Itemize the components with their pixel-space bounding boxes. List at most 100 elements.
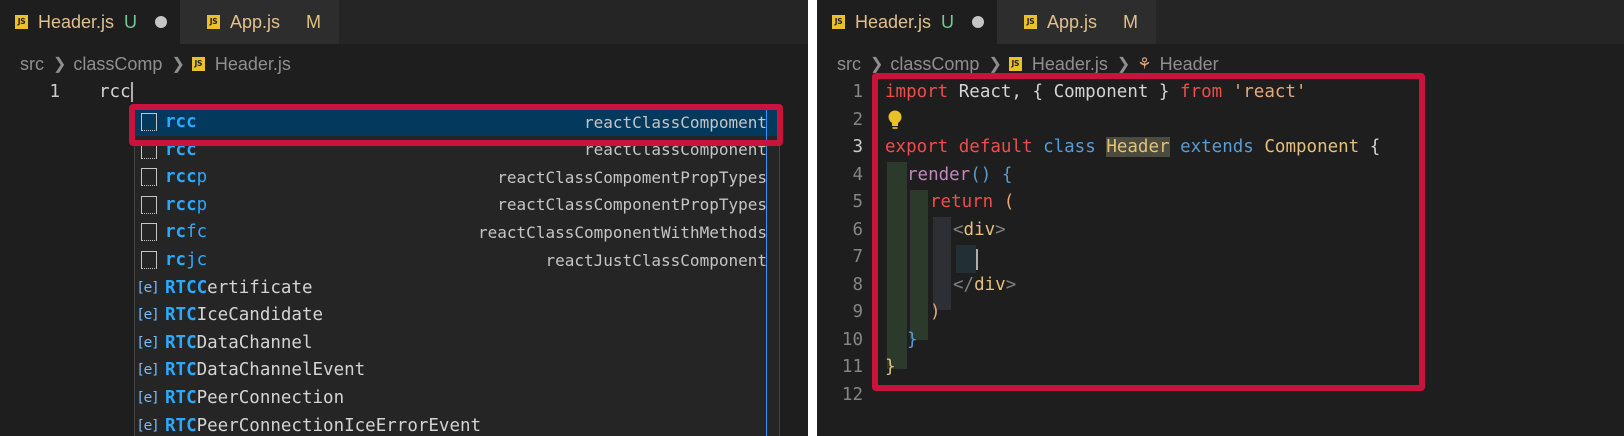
- line-number: 1: [852, 82, 863, 102]
- tab-title: Header.js: [855, 11, 932, 32]
- suggestion-detail: reactJustClassComponent: [545, 250, 767, 270]
- unsaved-dot-icon[interactable]: [972, 16, 985, 28]
- chevron-right-icon: ❯: [988, 56, 1002, 73]
- suggestion-label: RTCPeerConnection: [165, 388, 344, 408]
- chevron-right-icon: ❯: [1116, 56, 1131, 73]
- js-file-icon: JS: [207, 15, 220, 29]
- text-cursor: [130, 82, 133, 102]
- line-number: 2: [852, 109, 863, 130]
- suggestion-label: rcfc: [165, 222, 207, 242]
- variable-icon: [e]: [138, 279, 158, 296]
- chevron-right-icon: ❯: [171, 56, 185, 73]
- variable-icon: [e]: [138, 362, 158, 379]
- variable-icon: [e]: [138, 307, 158, 324]
- suggestion-detail: reactClassComponentWithMethods: [478, 222, 767, 242]
- suggestion-item[interactable]: rcfc reactClassComponentWithMethods: [135, 218, 779, 246]
- tab-app-js[interactable]: JS App.js M: [997, 0, 1157, 44]
- breadcrumb-item-src[interactable]: src: [837, 54, 861, 75]
- tab-header-js[interactable]: JS Header.js U: [817, 0, 997, 44]
- code-line[interactable]: rcc: [99, 82, 133, 102]
- suggestion-rest: p: [196, 194, 208, 215]
- git-modified-badge: M: [306, 11, 322, 32]
- suggestion-match: RTC: [165, 332, 197, 353]
- tab-title: App.js: [1047, 11, 1098, 32]
- line-number: 8: [852, 274, 863, 295]
- line-number: 5: [852, 192, 863, 212]
- js-file-icon: JS: [1024, 15, 1037, 29]
- breadcrumb-item-file[interactable]: Header.js: [1032, 54, 1108, 75]
- breadcrumb-item-symbol[interactable]: Header: [1160, 54, 1219, 75]
- suggestion-match: rcc: [165, 167, 197, 188]
- suggestion-match: RTC: [165, 415, 197, 436]
- suggestion-label: RTCIceCandidate: [165, 305, 323, 325]
- suggestion-item[interactable]: [e] RTCIceCandidate: [135, 301, 779, 329]
- suggestion-item[interactable]: rcjc reactJustClassComponent: [135, 246, 779, 274]
- suggestion-item[interactable]: rccp reactClassCompomentPropTypes: [135, 163, 779, 191]
- suggestion-match: RTC: [165, 360, 197, 381]
- suggestion-match: rc: [165, 222, 187, 243]
- suggestion-label: RTCPeerConnectionIceErrorEvent: [165, 416, 481, 436]
- breadcrumb-item-folder[interactable]: classComp: [73, 54, 162, 75]
- suggestion-match: RTC: [165, 388, 197, 408]
- right-editor-pane: JS Header.js U JS App.js M src ❯ classCo…: [817, 0, 1624, 436]
- scrollbar[interactable]: [766, 108, 777, 436]
- variable-icon: [e]: [138, 417, 158, 434]
- suggestion-item[interactable]: rccp reactClassComponentPropTypes: [135, 191, 779, 219]
- suggestion-label: RTCCertificate: [165, 278, 313, 298]
- suggestion-detail: reactClassComponentPropTypes: [497, 195, 767, 215]
- suggestion-item[interactable]: [e] RTCDataChannel: [135, 329, 779, 357]
- snippet-icon: [141, 195, 157, 214]
- git-untracked-badge: U: [941, 11, 955, 32]
- suggestion-item[interactable]: [e] RTCCertificate: [135, 274, 779, 302]
- left-editor-pane: JS Header.js U JS App.js M src ❯ classCo…: [0, 0, 808, 436]
- highlight-box-selected-suggestion: [129, 104, 783, 146]
- tab-app-js[interactable]: JS App.js M: [180, 0, 340, 44]
- suggestion-label: RTCDataChannel: [165, 333, 313, 353]
- line-number: 6: [852, 219, 863, 240]
- suggestion-item[interactable]: [e] RTCPeerConnectionIceErrorEvent: [135, 412, 779, 436]
- suggestion-rest: PeerConnectionIceErrorEvent: [196, 415, 482, 436]
- class-symbol-icon: ⚘: [1137, 56, 1152, 73]
- line-number: 1: [49, 82, 60, 102]
- variable-icon: [e]: [138, 334, 158, 351]
- git-untracked-badge: U: [124, 11, 138, 32]
- suggestion-label: RTCDataChannelEvent: [165, 360, 365, 380]
- line-number: 12: [841, 384, 863, 405]
- suggestion-rest: p: [196, 167, 208, 188]
- js-file-icon: JS: [15, 15, 28, 29]
- line-number: 7: [852, 247, 863, 267]
- line-number: 9: [852, 302, 863, 322]
- tab-header-js[interactable]: JS Header.js U: [0, 0, 180, 44]
- suggestion-match: rcc: [165, 194, 197, 215]
- suggestion-match: RTC: [165, 305, 197, 326]
- tab-bar: JS Header.js U JS App.js M: [817, 0, 1624, 44]
- suggest-widget[interactable]: rcc reactClassCompoment rcc reactClassCompo…: [134, 107, 780, 436]
- suggestion-match: RTCC: [165, 277, 208, 298]
- js-file-icon: JS: [832, 15, 845, 29]
- breadcrumb-item-file[interactable]: Header.js: [215, 54, 291, 75]
- suggestion-item[interactable]: [e] RTCPeerConnection: [135, 384, 779, 412]
- chevron-right-icon: ❯: [870, 56, 884, 73]
- breadcrumb: src ❯ classComp ❯ JS Header.js: [0, 44, 808, 84]
- highlight-box-code: [872, 73, 1425, 391]
- suggestion-match: rc: [165, 250, 187, 270]
- suggestion-rest: PeerConnection: [196, 388, 345, 408]
- suggestion-rest: fc: [186, 222, 208, 243]
- variable-icon: [e]: [138, 390, 158, 406]
- suggestion-label: rcjc: [165, 250, 207, 270]
- snippet-icon: [141, 168, 157, 187]
- git-modified-badge: M: [1123, 11, 1139, 32]
- suggestion-rest: DataChannelEvent: [196, 360, 366, 381]
- breadcrumb-item-folder[interactable]: classComp: [890, 54, 979, 75]
- snippet-icon: [141, 251, 157, 269]
- tab-title: Header.js: [38, 11, 115, 32]
- chevron-right-icon: ❯: [53, 56, 67, 73]
- unsaved-dot-icon[interactable]: [155, 16, 168, 28]
- breadcrumb-item-src[interactable]: src: [20, 54, 44, 75]
- suggestion-label: rccp: [165, 167, 207, 187]
- suggestion-item[interactable]: [e] RTCDataChannelEvent: [135, 356, 779, 384]
- suggestion-rest: ertificate: [207, 277, 313, 298]
- snippet-icon: [141, 223, 157, 242]
- typed-text: rcc: [99, 82, 131, 102]
- suggestion-rest: DataChannel: [196, 332, 313, 353]
